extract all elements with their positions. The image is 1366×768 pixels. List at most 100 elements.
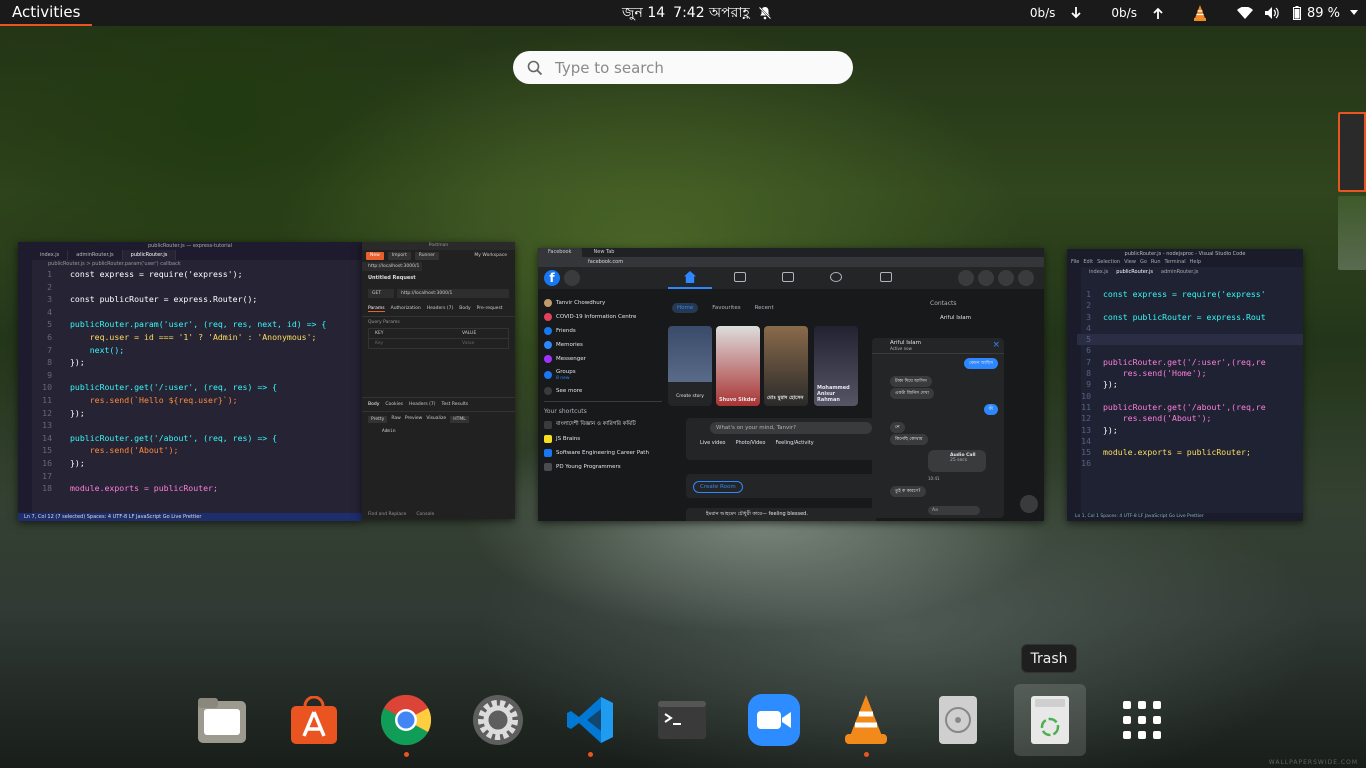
menu-help[interactable]: Help (1190, 259, 1201, 267)
sidebar-item-messenger[interactable]: Messenger (544, 355, 662, 363)
tab-facebook[interactable]: Facebook (538, 248, 582, 257)
resp-tab-body[interactable]: Body (368, 402, 379, 407)
notifications-button-icon[interactable] (998, 270, 1014, 286)
live-video-button[interactable]: Live video (700, 440, 725, 446)
dock-settings[interactable] (462, 684, 534, 756)
dock-vscode[interactable] (554, 684, 626, 757)
tab-publicrouter[interactable]: publicRouter.js (1116, 269, 1153, 277)
find-replace-button[interactable]: Find and Replace (368, 512, 406, 517)
sidebar-item-friends[interactable]: Friends (544, 327, 662, 335)
sidebar-item-profile[interactable]: Tanvir Chowdhury (544, 299, 662, 307)
tab-headers[interactable]: Headers (7) (427, 306, 454, 312)
tab-adminrouter[interactable]: adminRouter.js (68, 250, 123, 260)
new-message-button[interactable] (1020, 495, 1038, 513)
dock-trash[interactable] (1014, 684, 1086, 756)
contact-item[interactable]: Ariful Islam (926, 307, 1044, 321)
dock-zoom[interactable] (738, 684, 810, 756)
window-chrome-facebook[interactable]: Facebook New Tab facebook.com f Tanvir C… (538, 248, 1044, 521)
feeling-activity-button[interactable]: Feeling/Activity (775, 440, 813, 446)
key-input[interactable]: Key (375, 341, 462, 346)
menu-selection[interactable]: Selection (1097, 259, 1120, 267)
sidebar-item-groups[interactable]: Groups 8 new (544, 369, 662, 381)
messenger-button-icon[interactable] (978, 270, 994, 286)
code-editor[interactable]: 1 const express = require('express'); 2 3… (32, 268, 356, 495)
resp-tab-cookies[interactable]: Cookies (385, 402, 403, 407)
power-menu-chevron-icon[interactable] (1350, 10, 1358, 16)
watch-nav-icon[interactable] (734, 272, 746, 282)
code-editor[interactable]: 1 const express = require('express' 2 3 co… (1077, 289, 1303, 470)
dock-terminal[interactable] (646, 684, 718, 756)
post-input[interactable]: What's on your mind, Tanvir? (710, 422, 872, 434)
clock[interactable]: জুন 14 7:42 অপরাহ্ণ (622, 0, 772, 26)
window-vscode-express-tutorial[interactable]: publicRouter.js — express-tutorial index… (18, 242, 362, 521)
runner-button[interactable]: Runner (414, 252, 439, 260)
sidebar-see-more[interactable]: See more (544, 387, 662, 395)
volume-icon[interactable] (1264, 7, 1281, 19)
menu-view[interactable]: View (1124, 259, 1136, 267)
system-tray[interactable]: 0b/s 0b/s 89 % (1030, 0, 1366, 26)
params-row[interactable]: Key Value (368, 339, 509, 349)
shortcut-item[interactable]: JS Brains (544, 435, 662, 443)
feed-tab-home[interactable]: Home (672, 303, 699, 313)
view-raw[interactable]: Raw (391, 416, 400, 423)
fb-search-icon[interactable] (564, 270, 580, 286)
feed-tab-recent[interactable]: Recent (755, 303, 774, 313)
view-format[interactable]: HTML (450, 416, 469, 423)
workspace-button[interactable]: My Workspace (470, 252, 511, 260)
battery-icon[interactable] (1292, 6, 1301, 20)
activities-button[interactable]: Activities (0, 0, 93, 26)
groups-nav-icon[interactable] (830, 272, 842, 282)
account-button-icon[interactable] (1018, 270, 1034, 286)
request-tab[interactable]: http://localhost:3000/1 (362, 262, 422, 271)
shortcut-item[interactable]: Software Engineering Career Path (544, 449, 662, 457)
window-vscode-nodejsproc[interactable]: publicRouter.js - nodejsproc - Visual St… (1067, 249, 1303, 521)
value-input[interactable]: Value (462, 341, 502, 346)
new-button[interactable]: New (366, 252, 384, 260)
dock-vlc[interactable] (830, 684, 902, 757)
dock-ubuntu-software[interactable] (278, 684, 350, 756)
view-visualize[interactable]: Visualize (426, 416, 446, 423)
feed-tab-favourites[interactable]: Favourites (712, 303, 740, 313)
chat-close-icon[interactable]: × (992, 341, 1000, 350)
resp-tab-tests[interactable]: Test Results (442, 402, 469, 407)
create-room-button[interactable]: Create Room (693, 481, 743, 493)
tab-authorization[interactable]: Authorization (391, 306, 421, 312)
photo-video-button[interactable]: Photo/Video (735, 440, 765, 446)
import-button[interactable]: Import (387, 252, 411, 260)
address-bar[interactable]: facebook.com (538, 257, 1044, 267)
dock-chrome[interactable] (370, 684, 442, 757)
tab-new-tab[interactable]: New Tab (583, 248, 625, 257)
story-card[interactable]: মোঃ মুরাদ হোসেন (764, 326, 808, 406)
marketplace-nav-icon[interactable] (782, 272, 794, 282)
resp-tab-headers[interactable]: Headers (7) (409, 402, 436, 407)
sidebar-item-memories[interactable]: Memories (544, 341, 662, 349)
dock-disk[interactable] (922, 684, 994, 756)
tab-params[interactable]: Params (368, 306, 385, 312)
workspace-thumbnail-current[interactable] (1338, 112, 1366, 192)
home-nav-icon[interactable] (684, 271, 696, 283)
tab-adminrouter[interactable]: adminRouter.js (1161, 269, 1198, 277)
tab-pre-request[interactable]: Pre-request (477, 306, 503, 312)
view-preview[interactable]: Preview (405, 416, 423, 423)
menu-file[interactable]: File (1071, 259, 1079, 267)
shortcut-item[interactable]: PD Young Programmers (544, 463, 662, 471)
tab-body[interactable]: Body (459, 306, 470, 312)
tab-publicrouter[interactable]: publicRouter.js (122, 250, 177, 260)
menu-go[interactable]: Go (1140, 259, 1147, 267)
dock-files[interactable] (186, 684, 258, 756)
dock-show-applications[interactable] (1106, 684, 1178, 756)
window-postman[interactable]: Postman New Import Runner My Workspace h… (362, 242, 515, 519)
tab-index[interactable]: index.js (1089, 269, 1108, 277)
menu-edit[interactable]: Edit (1083, 259, 1093, 267)
chat-input[interactable]: Aa (928, 506, 980, 515)
method-select[interactable]: GET (368, 289, 394, 298)
vlc-tray-icon[interactable] (1193, 5, 1207, 21)
facebook-logo-icon[interactable]: f (544, 270, 560, 286)
story-card[interactable]: Mohammed Anisur Rahman (814, 326, 858, 406)
search-entry[interactable]: Type to search (513, 51, 853, 84)
gaming-nav-icon[interactable] (880, 272, 892, 282)
tab-index[interactable]: index.js (32, 250, 69, 260)
wifi-icon[interactable] (1236, 7, 1253, 19)
create-story-card[interactable]: Create story (668, 326, 712, 406)
sidebar-item-covid[interactable]: COVID-19 Information Centre (544, 313, 662, 321)
